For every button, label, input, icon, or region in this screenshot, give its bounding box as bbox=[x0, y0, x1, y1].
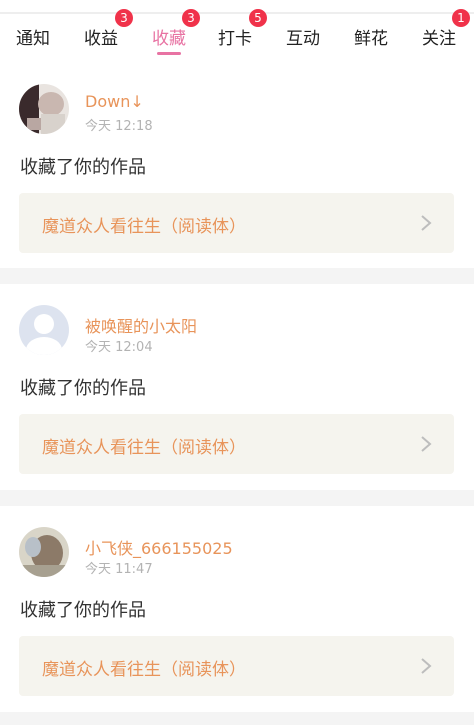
chevron-right-icon bbox=[421, 436, 432, 452]
action-text: 收藏了你的作品 bbox=[20, 378, 146, 399]
tab-badge: 5 bbox=[249, 9, 267, 27]
active-tab-indicator bbox=[157, 52, 181, 55]
action-text: 收藏了你的作品 bbox=[20, 157, 146, 178]
list-item: 被唤醒的小太阳 今天 12:04 收藏了你的作品 魔道众人看往生（阅读体） bbox=[0, 285, 474, 491]
work-title: 魔道众人看往生（阅读体） bbox=[42, 217, 246, 237]
work-link[interactable]: 魔道众人看往生（阅读体） bbox=[19, 193, 454, 253]
tab-checkin[interactable]: 打卡 5 bbox=[202, 9, 268, 66]
tab-favorites[interactable]: 收藏 3 bbox=[136, 9, 202, 66]
tab-flowers[interactable]: 鲜花 bbox=[338, 14, 404, 66]
section-divider bbox=[0, 712, 474, 725]
tab-label: 打卡 bbox=[218, 29, 252, 49]
tab-earnings[interactable]: 收益 3 bbox=[66, 9, 136, 66]
timestamp: 今天 11:47 bbox=[85, 562, 153, 577]
work-title: 魔道众人看往生（阅读体） bbox=[42, 660, 246, 680]
list-item: 小飞侠_666155025 今天 11:47 收藏了你的作品 魔道众人看往生（阅… bbox=[0, 507, 474, 713]
tab-label: 鲜花 bbox=[354, 29, 388, 49]
avatar[interactable] bbox=[19, 84, 69, 134]
tab-badge: 3 bbox=[182, 9, 200, 27]
timestamp: 今天 12:04 bbox=[85, 340, 153, 355]
chevron-right-icon bbox=[421, 658, 432, 674]
tab-follow[interactable]: 关注 1 bbox=[404, 9, 474, 66]
list-item: Down↓ 今天 12:18 收藏了你的作品 魔道众人看往生（阅读体） bbox=[0, 64, 474, 270]
tab-notify[interactable]: 通知 bbox=[0, 14, 66, 66]
work-link[interactable]: 魔道众人看往生（阅读体） bbox=[19, 414, 454, 474]
work-link[interactable]: 魔道众人看往生（阅读体） bbox=[19, 636, 454, 696]
tab-label: 收益 bbox=[84, 29, 118, 49]
tab-label: 通知 bbox=[16, 29, 50, 49]
work-title: 魔道众人看往生（阅读体） bbox=[42, 438, 246, 458]
tab-badge: 3 bbox=[115, 9, 133, 27]
tab-bar: 通知 收益 3 收藏 3 打卡 5 互动 鲜花 关注 1 bbox=[0, 9, 474, 66]
tab-label: 收藏 bbox=[152, 29, 186, 49]
avatar[interactable] bbox=[19, 305, 69, 355]
tab-label: 互动 bbox=[286, 29, 320, 49]
action-text: 收藏了你的作品 bbox=[20, 600, 146, 621]
avatar[interactable] bbox=[19, 527, 69, 577]
timestamp: 今天 12:18 bbox=[85, 119, 153, 134]
tab-interaction[interactable]: 互动 bbox=[268, 14, 338, 66]
tab-badge: 1 bbox=[452, 9, 470, 27]
section-divider bbox=[0, 490, 474, 506]
chevron-right-icon bbox=[421, 215, 432, 231]
username[interactable]: 被唤醒的小太阳 bbox=[85, 313, 197, 337]
tab-label: 关注 bbox=[422, 29, 456, 49]
section-divider bbox=[0, 268, 474, 284]
username[interactable]: 小飞侠_666155025 bbox=[85, 535, 233, 559]
username[interactable]: Down↓ bbox=[85, 92, 144, 111]
